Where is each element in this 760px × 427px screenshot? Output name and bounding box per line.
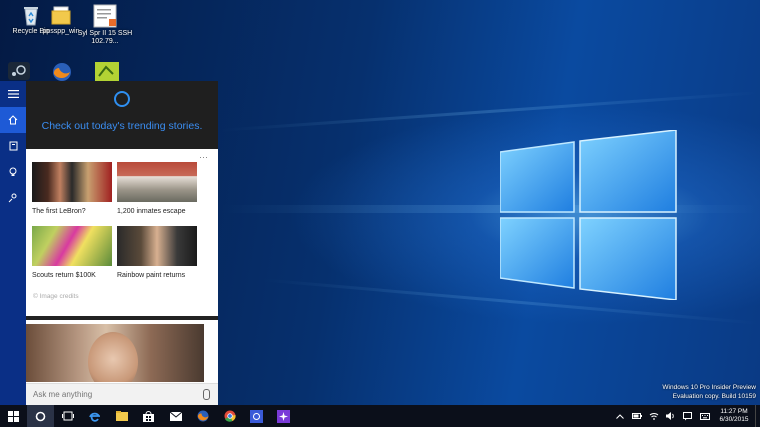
news-thumbnail <box>32 226 112 266</box>
news-card[interactable]: The first LeBron? <box>32 162 112 215</box>
app-blue-icon[interactable] <box>243 405 270 427</box>
news-caption: Scouts return $100K <box>32 272 96 279</box>
news-thumbnail <box>117 226 197 266</box>
desktop-icon-label: ppsspp_win <box>42 28 80 35</box>
ask-me-anything-input[interactable] <box>33 388 193 401</box>
news-card[interactable]: 1,200 inmates escape <box>117 162 197 215</box>
cortana-icon[interactable] <box>27 405 54 427</box>
action-center-icon[interactable] <box>679 405 696 427</box>
cortana-content: Check out today's trending stories. ··· … <box>26 81 218 406</box>
cortana-ring-icon <box>114 91 130 107</box>
feature-photo[interactable] <box>26 324 204 382</box>
evaluation-watermark: Windows 10 Pro Insider Preview Evaluatio… <box>662 383 756 401</box>
cortana-header: Check out today's trending stories. <box>26 81 218 149</box>
light-beam <box>220 91 760 132</box>
clock-date: 6/30/2015 <box>719 416 749 423</box>
menu-icon[interactable] <box>0 81 26 107</box>
chrome-icon[interactable] <box>216 405 243 427</box>
cortana-search-box[interactable] <box>26 383 218 406</box>
taskbar-clock[interactable]: 11:27 PM 6/30/2015 <box>713 408 755 424</box>
folder-icon <box>50 4 72 26</box>
news-caption: 1,200 inmates escape <box>117 208 186 215</box>
more-options-icon[interactable]: ··· <box>199 152 208 162</box>
firefox-icon[interactable] <box>189 405 216 427</box>
task-view-icon[interactable] <box>54 405 81 427</box>
system-tray: 11:27 PM 6/30/2015 <box>611 405 760 427</box>
wifi-icon[interactable] <box>645 405 662 427</box>
lightbulb-icon[interactable] <box>0 159 26 185</box>
news-caption: The first LeBron? <box>32 208 86 215</box>
news-card[interactable]: Rainbow paint returns <box>117 226 197 279</box>
cortana-panel: Check out today's trending stories. ··· … <box>0 81 218 406</box>
mail-icon[interactable] <box>162 405 189 427</box>
chevron-up-icon[interactable] <box>611 405 628 427</box>
section-divider <box>26 316 218 320</box>
volume-icon[interactable] <box>662 405 679 427</box>
keyboard-icon[interactable] <box>696 405 713 427</box>
image-credits[interactable]: © Image credits <box>33 293 79 300</box>
clock-time: 11:27 PM <box>720 408 748 415</box>
document-icon <box>92 4 118 28</box>
taskbar: 11:27 PM 6/30/2015 <box>0 405 760 427</box>
trending-news: ··· The first LeBron? 1,200 inmates esca… <box>26 149 218 316</box>
person-face <box>88 332 138 382</box>
news-card[interactable]: Scouts return $100K <box>32 226 112 279</box>
news-thumbnail <box>32 162 112 202</box>
store-icon[interactable] <box>135 405 162 427</box>
desktop-icon-label: Syl Spr II 15 SSH 102.79... <box>77 30 133 45</box>
desktop-icon-document[interactable]: Syl Spr II 15 SSH 102.79... <box>76 4 134 46</box>
home-icon[interactable] <box>0 107 26 133</box>
show-desktop-button[interactable] <box>755 405 760 427</box>
windows-logo <box>500 130 677 300</box>
edge-icon[interactable] <box>81 405 108 427</box>
news-caption: Rainbow paint returns <box>117 272 186 279</box>
start-icon[interactable] <box>0 405 27 427</box>
notebook-icon[interactable] <box>0 133 26 159</box>
microphone-icon[interactable] <box>203 389 210 400</box>
battery-icon[interactable] <box>628 405 645 427</box>
app-purple-icon[interactable] <box>270 405 297 427</box>
cortana-rail <box>0 81 26 405</box>
news-thumbnail <box>117 162 197 202</box>
file-explorer-icon[interactable] <box>108 405 135 427</box>
watermark-line-1: Windows 10 Pro Insider Preview <box>662 384 756 391</box>
watermark-line-2: Evaluation copy. Build 10159 <box>672 393 756 400</box>
feedback-icon[interactable] <box>0 185 26 211</box>
